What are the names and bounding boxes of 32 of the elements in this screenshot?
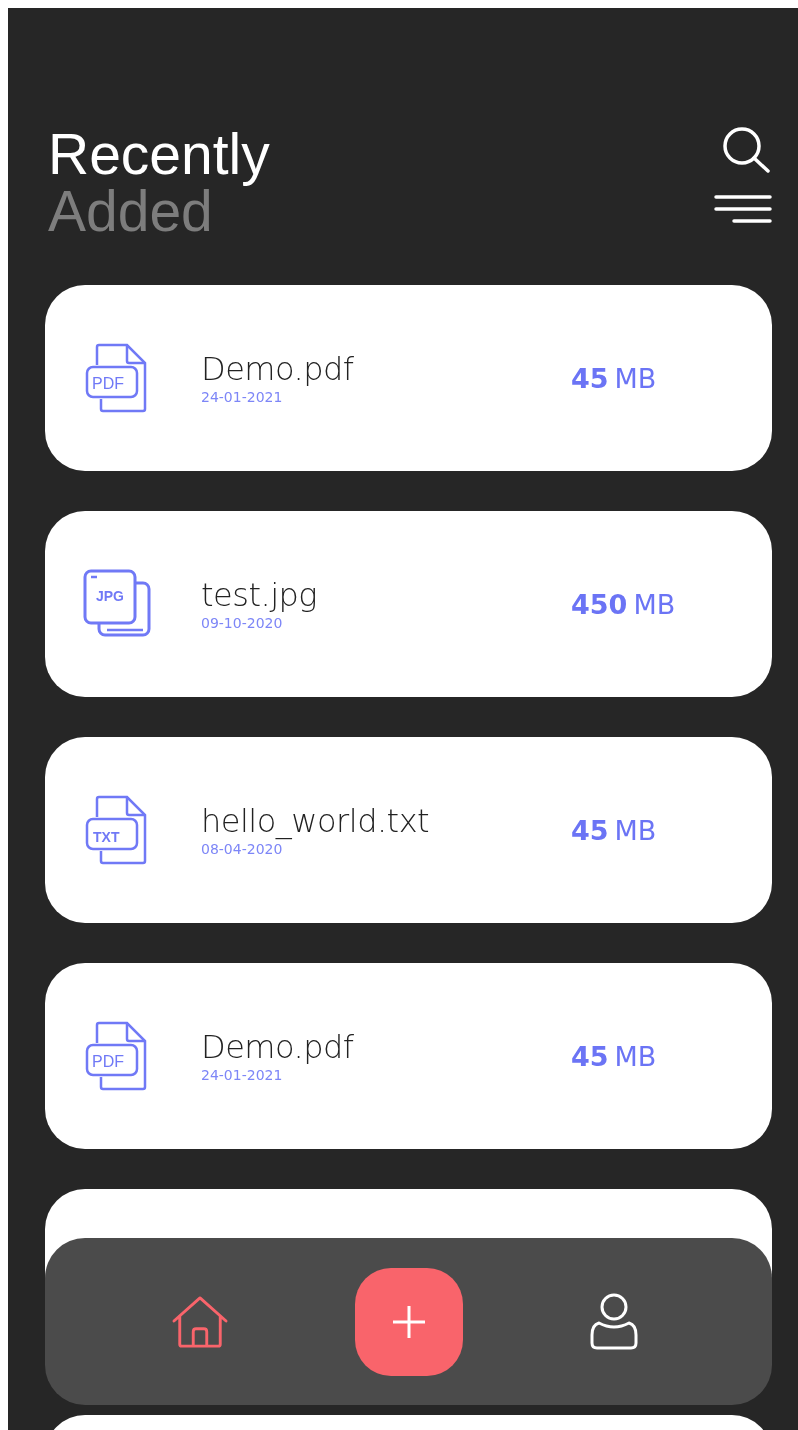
file-card[interactable]: PDF Demo.pdf 24-01-2021 45 MB [45,963,772,1149]
file-size: 45 [571,814,609,846]
file-name: test.jpg [201,576,319,614]
size-unit: MB [614,1040,657,1072]
file-card[interactable]: TXT hello_world.txt 08-04-2020 45 MB [45,737,772,923]
file-type-label: PDF [92,1053,124,1071]
file-date: 08-04-2020 [201,840,284,858]
file-card[interactable]: PDF Demo.pdf 24-01-2021 45 MB [45,285,772,471]
search-icon[interactable] [722,126,772,174]
file-card[interactable]: JPG test.jpg 09-10-2020 450 MB [45,511,772,697]
file-type-label: PDF [92,375,124,393]
file-size: 45 [571,362,609,394]
size-unit: MB [633,588,676,620]
home-icon[interactable] [171,1294,229,1349]
image-file-icon [83,569,153,639]
file-date: 24-01-2021 [201,388,284,406]
file-date: 09-10-2020 [201,614,284,632]
file-date: 24-01-2021 [201,1066,284,1084]
file-name: Demo.pdf [201,350,355,388]
size-unit: MB [614,362,657,394]
add-button[interactable] [355,1267,463,1376]
file-size: 450 [571,588,628,620]
profile-icon[interactable] [589,1292,639,1351]
file-type-label: JPG [96,587,124,605]
plus-icon [391,1303,427,1340]
filter-menu-icon[interactable] [714,194,772,224]
file-type-label: TXT [93,828,120,846]
file-name: hello_world.txt [201,802,431,840]
size-unit: MB [614,814,657,846]
file-size: 45 [571,1040,609,1072]
page-subtitle: Added [48,183,213,240]
file-name: Demo.pdf [201,1028,355,1066]
